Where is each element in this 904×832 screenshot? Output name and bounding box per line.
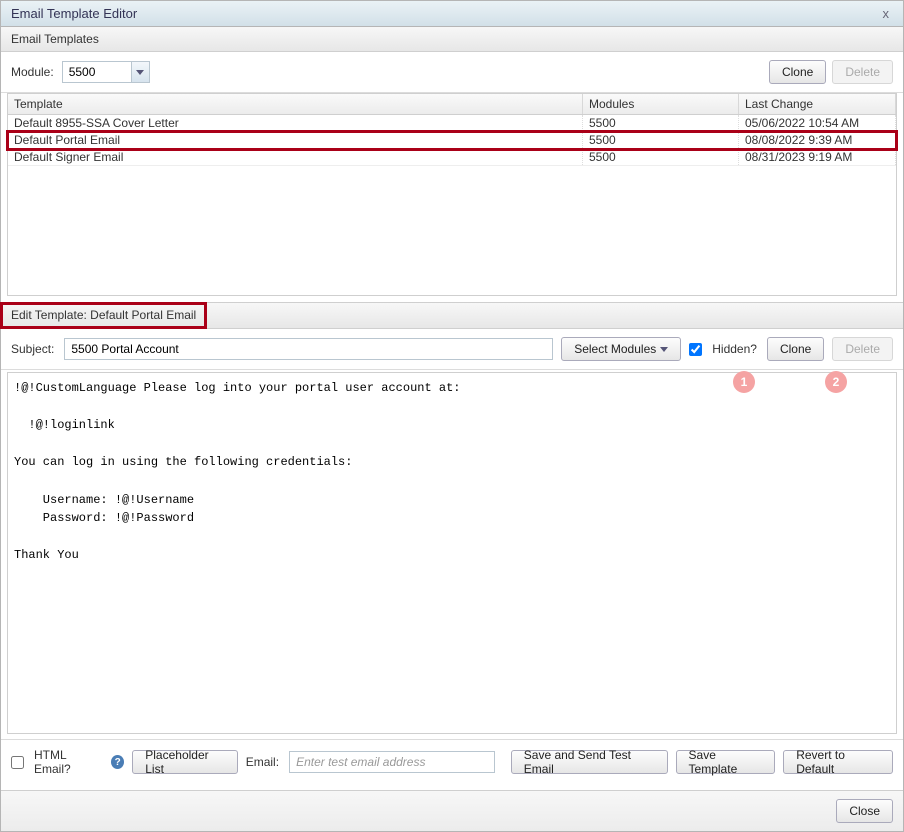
clone-button-edit[interactable]: Clone xyxy=(767,337,824,361)
help-icon[interactable]: ? xyxy=(111,755,124,769)
col-header-modules[interactable]: Modules xyxy=(583,94,739,114)
subject-toolbar: Subject: Select Modules Hidden? Clone De… xyxy=(1,329,903,370)
email-label: Email: xyxy=(246,755,279,769)
cell-modules: 5500 xyxy=(583,149,739,165)
delete-button-edit: Delete xyxy=(832,337,893,361)
close-button[interactable]: Close xyxy=(836,799,893,823)
cell-modules: 5500 xyxy=(583,132,739,148)
annotation-badge-1: 1 xyxy=(733,371,755,393)
hidden-checkbox[interactable] xyxy=(689,343,702,356)
html-email-checkbox[interactable] xyxy=(11,756,24,769)
chevron-down-icon xyxy=(136,70,144,75)
cell-template: Default Portal Email xyxy=(8,132,583,148)
grid-header-row: Template Modules Last Change xyxy=(8,94,896,115)
select-modules-button[interactable]: Select Modules xyxy=(561,337,681,361)
edit-template-panel: Edit Template: Default Portal Email Subj… xyxy=(1,302,903,784)
save-template-button[interactable]: Save Template xyxy=(676,750,776,774)
templates-toolbar: Module: Clone Delete xyxy=(1,52,903,93)
cell-last-change: 05/06/2022 10:54 AM xyxy=(739,115,896,131)
html-email-label: HTML Email? xyxy=(34,748,101,776)
revert-default-button[interactable]: Revert to Default xyxy=(783,750,893,774)
annotation-badge-2: 2 xyxy=(825,371,847,393)
templates-grid: Template Modules Last Change Default 895… xyxy=(7,93,897,296)
edit-bottom-bar: HTML Email? ? Placeholder List Email: Sa… xyxy=(1,739,903,784)
cell-modules: 5500 xyxy=(583,115,739,131)
test-email-input[interactable] xyxy=(289,751,495,773)
subject-input[interactable] xyxy=(64,338,553,360)
table-row[interactable]: Default 8955-SSA Cover Letter 5500 05/06… xyxy=(8,115,896,132)
window-titlebar: Email Template Editor x xyxy=(1,1,903,27)
save-send-test-button[interactable]: Save and Send Test Email xyxy=(511,750,668,774)
placeholder-list-button[interactable]: Placeholder List xyxy=(132,750,237,774)
module-combo-trigger[interactable] xyxy=(131,62,149,82)
subject-label: Subject: xyxy=(11,342,54,356)
cell-template: Default Signer Email xyxy=(8,149,583,165)
col-header-template[interactable]: Template xyxy=(8,94,583,114)
module-label: Module: xyxy=(11,65,54,79)
template-body-textarea[interactable] xyxy=(7,372,897,734)
edit-template-header: Edit Template: Default Portal Email xyxy=(1,303,206,328)
table-row[interactable]: Default Portal Email 5500 08/08/2022 9:3… xyxy=(8,132,896,149)
col-header-last-change[interactable]: Last Change xyxy=(739,94,896,114)
window-close-icon[interactable]: x xyxy=(879,6,894,21)
clone-button-top[interactable]: Clone xyxy=(769,60,826,84)
grid-body[interactable]: Default 8955-SSA Cover Letter 5500 05/06… xyxy=(8,115,896,295)
dialog-footer: Close xyxy=(1,790,903,831)
select-modules-label: Select Modules xyxy=(574,342,656,356)
hidden-label: Hidden? xyxy=(712,342,757,356)
module-combo[interactable] xyxy=(62,61,150,83)
email-template-editor-window: Email Template Editor x Email Templates … xyxy=(0,0,904,832)
cell-last-change: 08/08/2022 9:39 AM xyxy=(739,132,896,148)
cell-template: Default 8955-SSA Cover Letter xyxy=(8,115,583,131)
window-title: Email Template Editor xyxy=(11,6,137,21)
cell-last-change: 08/31/2023 9:19 AM xyxy=(739,149,896,165)
chevron-down-icon xyxy=(660,347,668,352)
module-combo-input[interactable] xyxy=(63,62,131,82)
table-row[interactable]: Default Signer Email 5500 08/31/2023 9:1… xyxy=(8,149,896,166)
templates-panel-header: Email Templates xyxy=(1,27,903,52)
delete-button-top: Delete xyxy=(832,60,893,84)
